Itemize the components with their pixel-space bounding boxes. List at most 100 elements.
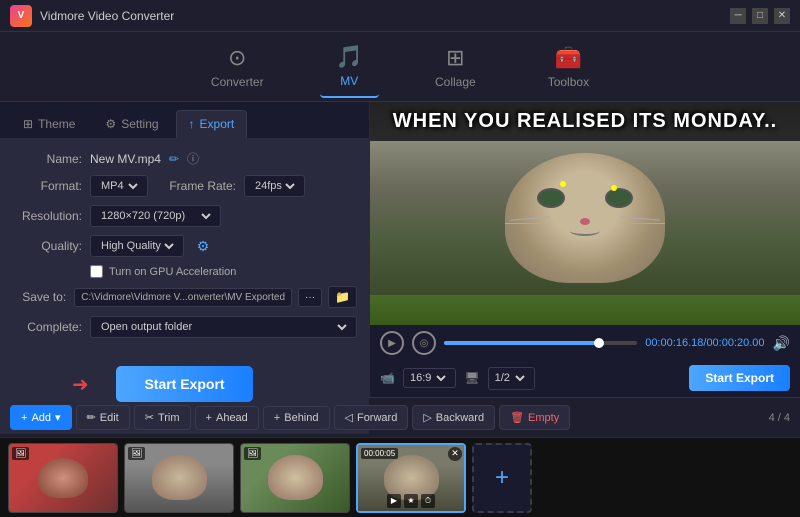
resolution-select[interactable]: 1280×720 (720p) 1920×1080 (1080p) 854×48… <box>90 205 221 227</box>
left-panel: ⊞ Theme ⚙ Setting ↑ Export Name: New MV.… <box>0 102 370 397</box>
complete-dropdown[interactable]: Open output folder Do nothing Shut down <box>97 320 350 334</box>
quality-dropdown[interactable]: High Quality Standard Low <box>97 239 177 253</box>
start-export-right-button[interactable]: Start Export <box>689 365 790 391</box>
name-label: Name: <box>12 152 82 166</box>
tab-export[interactable]: ↑ Export <box>176 110 248 138</box>
clip-count: 4 / 4 <box>769 412 790 424</box>
nav-converter[interactable]: ⊙ Converter <box>195 37 280 97</box>
export-icon: ↑ <box>189 117 195 131</box>
complete-label: Complete: <box>12 320 82 334</box>
app-logo: V <box>10 5 32 27</box>
ratio-dropdown[interactable]: ▾ <box>435 371 449 385</box>
info-icon[interactable]: ⓘ <box>187 150 199 167</box>
start-export-button[interactable]: Start Export <box>116 366 252 402</box>
nav-converter-label: Converter <box>211 75 264 89</box>
film-badge-2: 🖼 <box>128 447 145 460</box>
film-item-2[interactable]: 🖼 <box>124 443 234 513</box>
close-button[interactable]: ✕ <box>774 8 790 24</box>
setting-icon: ⚙ <box>105 117 116 131</box>
maximize-button[interactable]: □ <box>752 8 768 24</box>
gpu-row: Turn on GPU Acceleration <box>12 265 357 278</box>
film-item-4[interactable]: 00:00:05 ✕ ▶ ★ ⏱ <box>356 443 466 513</box>
theme-icon: ⊞ <box>23 117 33 131</box>
nav-collage-label: Collage <box>435 75 476 89</box>
complete-select[interactable]: Open output folder Do nothing Shut down <box>90 316 357 338</box>
video-preview: WHEN YOU REALISED ITS MONDAY.. <box>370 102 800 325</box>
resolution-label: Resolution: <box>12 209 82 223</box>
film-close-button[interactable]: ✕ <box>448 447 462 461</box>
edit-name-icon[interactable]: ✏ <box>169 152 179 166</box>
film-item-3[interactable]: 🖼 <box>240 443 350 513</box>
progress-fill <box>444 341 599 345</box>
gpu-checkbox[interactable] <box>90 265 103 278</box>
film-controls: ▶ ★ ⏱ <box>387 494 435 508</box>
add-clip-button[interactable]: + <box>472 443 532 513</box>
quality-settings-button[interactable]: ⚙ <box>192 235 214 257</box>
minimize-button[interactable]: ─ <box>730 8 746 24</box>
backward-label: Backward <box>436 412 484 424</box>
player-controls: ▶ ◎ 00:00:16.18/00:00:20.00 🔊 <box>370 325 800 361</box>
window-controls: ─ □ ✕ <box>730 8 790 24</box>
start-export-area: ➜ Start Export <box>12 346 357 422</box>
framerate-dropdown[interactable]: 24fps 30fps 60fps <box>251 179 298 193</box>
titlebar: V Vidmore Video Converter ─ □ ✕ <box>0 0 800 32</box>
play-button[interactable]: ▶ <box>380 331 404 355</box>
nav-toolbox[interactable]: 🧰 Toolbox <box>532 37 605 97</box>
top-nav: ⊙ Converter 🎵 MV ⊞ Collage 🧰 Toolbox <box>0 32 800 102</box>
browse-dots-button[interactable]: ··· <box>298 288 322 307</box>
page-value: 1/2 <box>495 372 510 384</box>
progress-handle[interactable] <box>594 338 604 348</box>
format-dropdown[interactable]: MP4 MKV AVI <box>97 179 141 193</box>
tab-theme[interactable]: ⊞ Theme <box>10 110 88 138</box>
toolbox-icon: 🧰 <box>555 45 582 71</box>
tab-export-label: Export <box>200 117 235 131</box>
nav-mv[interactable]: 🎵 MV <box>320 36 379 98</box>
empty-button[interactable]: 🗑 Empty <box>499 405 570 430</box>
framerate-label: Frame Rate: <box>156 179 236 193</box>
save-label: Save to: <box>12 290 66 304</box>
page-dropdown[interactable]: ▾ <box>514 370 528 387</box>
film-item-1[interactable]: 🖼 <box>8 443 118 513</box>
nav-mv-label: MV <box>340 74 358 88</box>
framerate-select[interactable]: 24fps 30fps 60fps <box>244 175 305 197</box>
film-badge-1: 🖼 <box>12 447 29 460</box>
format-row: Format: MP4 MKV AVI Frame Rate: 24fps 30… <box>12 175 357 197</box>
quality-select[interactable]: High Quality Standard Low <box>90 235 184 257</box>
save-path: C:\Vidmore\Vidmore V...onverter\MV Expor… <box>74 288 292 307</box>
name-value: New MV.mp4 <box>90 152 161 166</box>
film-badge-3: 🖼 <box>244 447 261 460</box>
ratio-select[interactable]: 16:9 ▾ <box>403 368 456 388</box>
mv-icon: 🎵 <box>336 44 363 70</box>
screen-icon: 🖥 <box>464 371 479 385</box>
progress-bar[interactable] <box>444 341 637 345</box>
resolution-row: Resolution: 1280×720 (720p) 1920×1080 (1… <box>12 205 357 227</box>
nav-collage[interactable]: ⊞ Collage <box>419 37 492 97</box>
volume-icon[interactable]: 🔊 <box>773 335 790 352</box>
controls-row2: 📹 16:9 ▾ 🖥 1/2 ▾ Start Export <box>370 361 800 397</box>
page-select[interactable]: 1/2 ▾ <box>488 367 535 390</box>
tab-theme-label: Theme <box>38 117 75 131</box>
format-label: Format: <box>12 179 82 193</box>
ratio-value: 16:9 <box>410 372 431 384</box>
film-clock-icon[interactable]: ⏱ <box>421 494 435 508</box>
meme-text: WHEN YOU REALISED ITS MONDAY.. <box>370 102 800 141</box>
converter-icon: ⊙ <box>228 45 246 71</box>
snapshot-button[interactable]: ◎ <box>412 331 436 355</box>
film-star-icon[interactable]: ★ <box>404 494 418 508</box>
tab-setting[interactable]: ⚙ Setting <box>92 110 171 138</box>
open-folder-button[interactable]: 📁 <box>328 286 357 308</box>
film-play-icon[interactable]: ▶ <box>387 494 401 508</box>
main-layout: ⊞ Theme ⚙ Setting ↑ Export Name: New MV.… <box>0 102 800 397</box>
app-title: Vidmore Video Converter <box>40 9 730 23</box>
resolution-dropdown[interactable]: 1280×720 (720p) 1920×1080 (1080p) 854×48… <box>97 209 214 223</box>
backward-button[interactable]: ▷ Backward <box>412 405 495 430</box>
gpu-label[interactable]: Turn on GPU Acceleration <box>109 266 236 278</box>
collage-icon: ⊞ <box>446 45 464 71</box>
arrow-icon: ➜ <box>72 372 89 397</box>
format-select[interactable]: MP4 MKV AVI <box>90 175 148 197</box>
forward-label: Forward <box>357 412 397 424</box>
right-panel: WHEN YOU REALISED ITS MONDAY.. <box>370 102 800 397</box>
quality-row: Quality: High Quality Standard Low ⚙ <box>12 235 357 257</box>
filmstrip: 🖼 🖼 🖼 00:00:05 ✕ ▶ ★ ⏱ + <box>0 437 800 517</box>
tab-bar: ⊞ Theme ⚙ Setting ↑ Export <box>0 102 369 138</box>
